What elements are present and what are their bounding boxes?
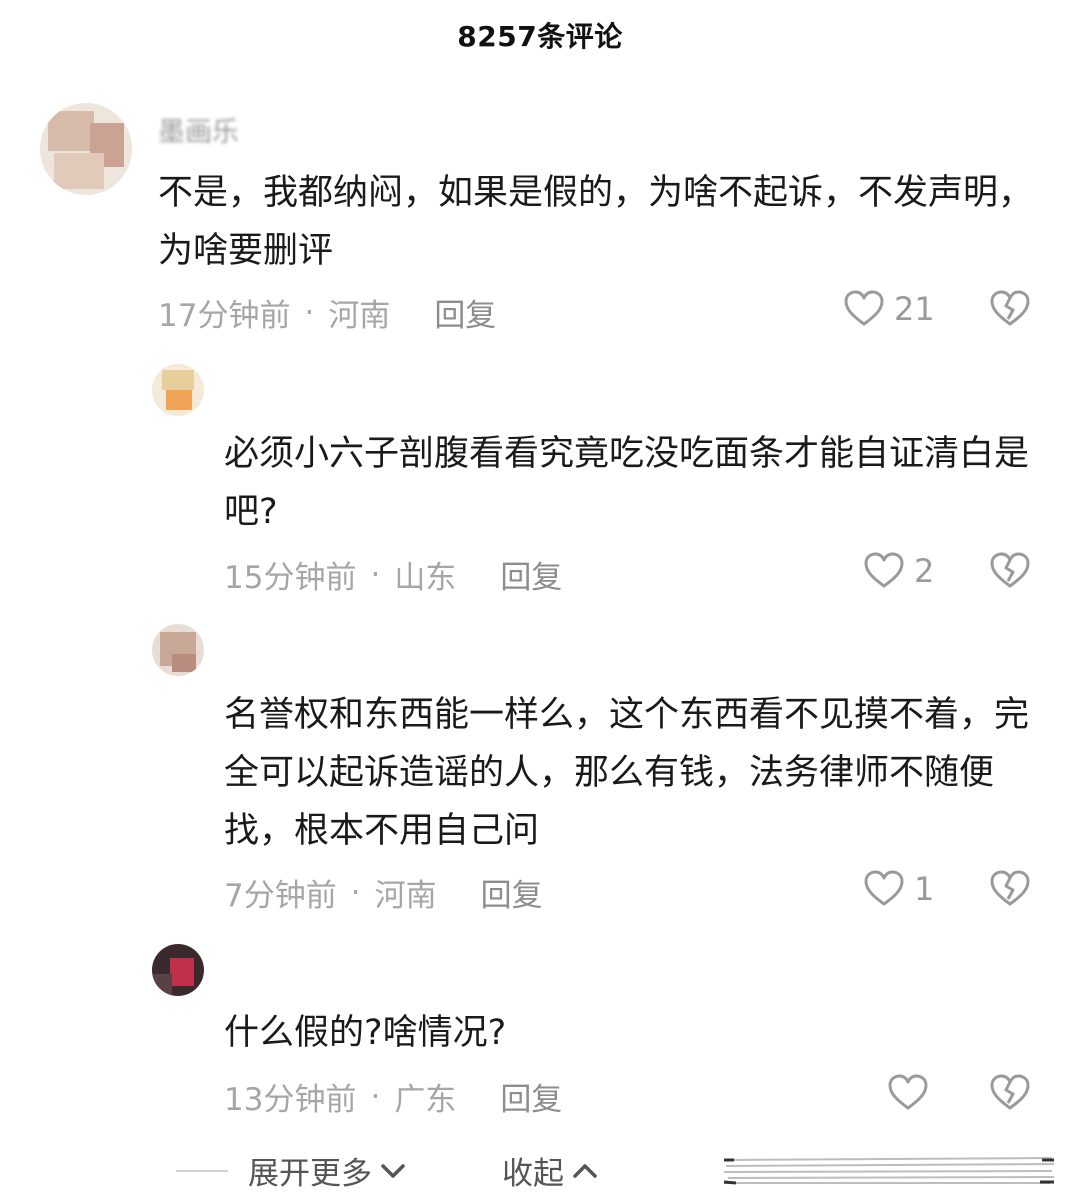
avatar[interactable] xyxy=(152,944,204,996)
heart-outline-icon xyxy=(844,290,884,326)
comment-time: 17分钟前 xyxy=(158,298,291,334)
collapse-button[interactable]: 收起 xyxy=(502,1148,598,1193)
comment-meta: 17分钟前 · 河南 回复 xyxy=(158,290,496,335)
chevron-up-icon xyxy=(573,1163,597,1178)
comment-text: 名誉权和东西能一样么，这个东西看不见摸不着，完全可以起诉造谣的人，那么有钱，法务… xyxy=(224,695,1030,851)
comment-text: 必须小六子剖腹看看究竟吃没吃面条才能自证清白是吧? xyxy=(224,434,1030,532)
reply-button[interactable]: 回复 xyxy=(481,870,543,915)
like-count: 21 xyxy=(894,290,935,328)
comment-time: 15分钟前 xyxy=(224,560,357,596)
comment-meta: 15分钟前 · 山东 回复 xyxy=(224,552,562,597)
like-count: 2 xyxy=(914,552,935,590)
heart-outline-icon xyxy=(864,552,904,588)
reply-button[interactable]: 回复 xyxy=(500,1074,562,1119)
separator-dot: · xyxy=(370,556,381,593)
avatar[interactable] xyxy=(152,624,204,676)
comment-time: 7分钟前 xyxy=(224,878,337,914)
comment-meta: 7分钟前 · 河南 回复 xyxy=(224,870,543,915)
reply-button[interactable]: 回复 xyxy=(434,290,496,335)
comment-location: 山东 xyxy=(394,560,457,596)
reply-button[interactable]: 回复 xyxy=(500,552,562,597)
like-button[interactable]: 1 xyxy=(864,870,934,908)
replies-footer: 展开更多 收起 xyxy=(0,1140,1080,1203)
like-button[interactable]: 21 xyxy=(844,290,935,328)
comments-header: 8257条评论 xyxy=(0,0,1080,70)
avatar[interactable] xyxy=(40,103,132,195)
heart-outline-icon xyxy=(888,1074,928,1110)
comment-author[interactable] xyxy=(222,636,572,670)
heart-outline-icon xyxy=(864,870,904,906)
broken-heart-icon[interactable] xyxy=(990,870,1030,908)
broken-heart-icon[interactable] xyxy=(990,1074,1030,1112)
comment-author[interactable]: 墨画乐 xyxy=(158,110,258,144)
like-button[interactable] xyxy=(888,1074,938,1112)
like-button[interactable]: 2 xyxy=(864,552,934,590)
comment-text: 什么假的?啥情况? xyxy=(224,1013,507,1053)
expand-more-label: 展开更多 xyxy=(248,1156,372,1192)
comment-author[interactable] xyxy=(222,374,422,408)
comment-count-title: 8257条评论 xyxy=(457,20,623,53)
separator-dot: · xyxy=(304,294,315,331)
comment-meta: 13分钟前 · 广东 回复 xyxy=(224,1074,562,1119)
chevron-down-icon xyxy=(381,1163,405,1178)
collapse-label: 收起 xyxy=(502,1156,564,1192)
broken-heart-icon[interactable] xyxy=(990,290,1030,328)
comment-location: 河南 xyxy=(328,298,391,334)
redaction-scribble xyxy=(723,1157,1055,1185)
comment-location: 广东 xyxy=(394,1082,457,1118)
separator-dot: · xyxy=(350,874,361,911)
like-count: 1 xyxy=(914,870,935,908)
divider-line xyxy=(176,1170,228,1172)
broken-heart-icon[interactable] xyxy=(990,552,1030,590)
separator-dot: · xyxy=(370,1078,381,1115)
comment-time: 13分钟前 xyxy=(224,1082,357,1118)
comment-location: 河南 xyxy=(374,878,437,914)
comment-author[interactable] xyxy=(222,956,432,990)
expand-more-button[interactable]: 展开更多 xyxy=(248,1148,406,1193)
comment-text: 不是，我都纳闷，如果是假的，为啥不起诉，不发声明，为啥要删评 xyxy=(158,173,1034,271)
avatar[interactable] xyxy=(152,364,204,416)
